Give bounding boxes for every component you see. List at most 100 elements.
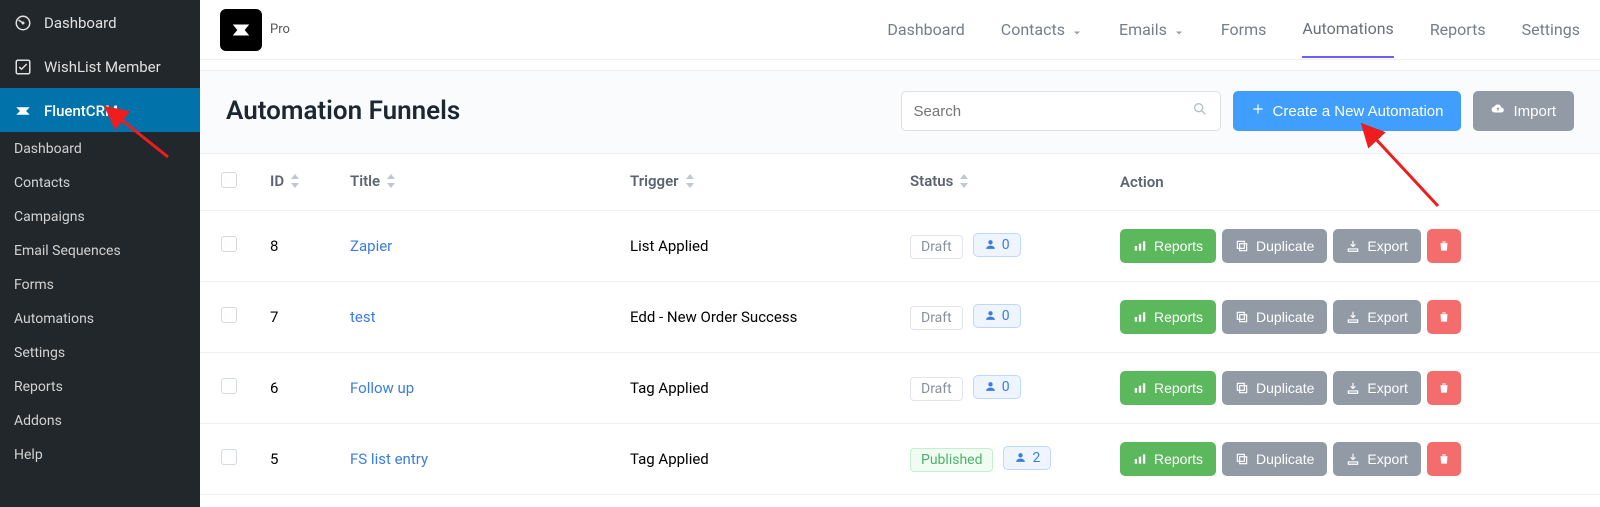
export-button[interactable]: Export: [1333, 229, 1420, 263]
sidebar-sub-automations[interactable]: Automations: [0, 302, 200, 336]
nav-emails[interactable]: Emails: [1119, 2, 1185, 57]
col-title[interactable]: Title: [338, 154, 618, 211]
brand-logo[interactable]: [220, 9, 262, 51]
chevron-down-icon: [1071, 24, 1083, 36]
row-trigger: List Applied: [618, 211, 898, 282]
subscriber-count[interactable]: 0: [973, 233, 1021, 257]
duplicate-button[interactable]: Duplicate: [1222, 371, 1327, 405]
sidebar-sub-campaigns[interactable]: Campaigns: [0, 200, 200, 234]
delete-button[interactable]: [1427, 229, 1461, 263]
duplicate-button[interactable]: Duplicate: [1222, 442, 1327, 476]
top-nav: Dashboard Contacts Emails Forms Automati…: [887, 1, 1580, 58]
nav-forms[interactable]: Forms: [1221, 2, 1267, 57]
nav-reports[interactable]: Reports: [1430, 2, 1486, 57]
search-box[interactable]: [901, 91, 1221, 131]
plus-icon: [1251, 102, 1265, 120]
reports-button[interactable]: Reports: [1120, 371, 1216, 405]
dashboard-icon: [12, 12, 34, 34]
row-checkbox[interactable]: [221, 307, 237, 323]
sidebar-sub-addons[interactable]: Addons: [0, 404, 200, 438]
sidebar-sub-help[interactable]: Help: [0, 438, 200, 472]
nav-label: Automations: [1302, 19, 1393, 38]
cloud-upload-icon: [1491, 102, 1505, 120]
row-checkbox[interactable]: [221, 236, 237, 252]
col-trigger[interactable]: Trigger: [618, 154, 898, 211]
search-icon: [1192, 101, 1208, 121]
col-id[interactable]: ID: [258, 154, 338, 211]
sidebar-item-dashboard[interactable]: Dashboard: [0, 0, 200, 44]
nav-contacts[interactable]: Contacts: [1001, 2, 1083, 57]
row-actions: ReportsDuplicateExport: [1108, 424, 1600, 495]
nav-settings[interactable]: Settings: [1522, 2, 1580, 57]
duplicate-button[interactable]: Duplicate: [1222, 300, 1327, 334]
delete-button[interactable]: [1427, 371, 1461, 405]
content: Automation Funnels Create a New Automati…: [200, 60, 1600, 507]
reports-button[interactable]: Reports: [1120, 442, 1216, 476]
nav-label: Dashboard: [887, 20, 964, 39]
export-button[interactable]: Export: [1333, 300, 1420, 334]
sidebar-item-wishlist[interactable]: WishList Member: [0, 44, 200, 88]
main-area: Pro Dashboard Contacts Emails Forms Auto…: [200, 0, 1600, 507]
status-badge: Draft: [910, 377, 963, 401]
sidebar-item-fluentcrm[interactable]: FluentCRM: [0, 88, 200, 132]
row-status: Draft 0: [898, 353, 1108, 424]
search-input[interactable]: [914, 103, 1192, 120]
reports-button[interactable]: Reports: [1120, 300, 1216, 334]
sidebar-sub-dashboard[interactable]: Dashboard: [0, 132, 200, 166]
page-header: Automation Funnels Create a New Automati…: [200, 70, 1600, 154]
row-title-link[interactable]: test: [350, 308, 376, 326]
table-row: 7testEdd - New Order SuccessDraft0Report…: [200, 282, 1600, 353]
row-id: 5: [258, 424, 338, 495]
nav-label: Reports: [1430, 20, 1486, 39]
table-row: 8 Zapier List Applied Draft 0 ReportsDuplicat…: [200, 211, 1600, 282]
col-label: ID: [270, 172, 284, 190]
sidebar-sub-settings[interactable]: Settings: [0, 336, 200, 370]
checkbox-all[interactable]: [221, 172, 237, 188]
sort-icon: [290, 174, 300, 192]
export-button[interactable]: Export: [1333, 442, 1420, 476]
sidebar-sub-email-sequences[interactable]: Email Sequences: [0, 234, 200, 268]
create-automation-button[interactable]: Create a New Automation: [1233, 91, 1462, 131]
col-label: Title: [350, 172, 380, 190]
delete-button[interactable]: [1427, 442, 1461, 476]
nav-dashboard[interactable]: Dashboard: [887, 2, 964, 57]
sidebar-sub-reports[interactable]: Reports: [0, 370, 200, 404]
subscriber-count[interactable]: 2: [1003, 446, 1051, 470]
row-id: 7: [258, 282, 338, 353]
delete-button[interactable]: [1427, 300, 1461, 334]
sort-icon: [386, 174, 396, 192]
status-badge: Draft: [910, 306, 963, 330]
duplicate-button[interactable]: Duplicate: [1222, 229, 1327, 263]
status-badge: Draft: [910, 235, 963, 259]
row-status: Published 2: [898, 424, 1108, 495]
import-button[interactable]: Import: [1473, 91, 1574, 131]
subscriber-count[interactable]: 0: [973, 304, 1021, 328]
table-row: 5FS list entryTag AppliedPublished2Repor…: [200, 424, 1600, 495]
sort-icon: [959, 174, 969, 192]
status-badge: Published: [910, 448, 993, 472]
header-actions: Create a New Automation Import: [901, 91, 1574, 131]
funnels-table: ID Title Trigger Status Action 8 Zapier Li…: [200, 154, 1600, 495]
row-id: 8: [258, 211, 338, 282]
nav-label: Settings: [1522, 20, 1580, 39]
row-checkbox[interactable]: [221, 449, 237, 465]
export-button[interactable]: Export: [1333, 371, 1420, 405]
col-status[interactable]: Status: [898, 154, 1108, 211]
sidebar-sub-contacts[interactable]: Contacts: [0, 166, 200, 200]
nav-automations[interactable]: Automations: [1302, 1, 1393, 58]
row-title-link[interactable]: FS list entry: [350, 450, 428, 468]
row-actions: ReportsDuplicateExport: [1108, 353, 1600, 424]
button-label: Create a New Automation: [1273, 103, 1444, 120]
nav-label: Forms: [1221, 20, 1267, 39]
row-checkbox[interactable]: [221, 378, 237, 394]
fluentcrm-icon: [12, 100, 34, 122]
sort-icon: [685, 174, 695, 192]
subscriber-count[interactable]: 0: [973, 375, 1021, 399]
col-label: Action: [1120, 173, 1164, 191]
row-id: 6: [258, 353, 338, 424]
wishlist-icon: [12, 56, 34, 78]
sidebar-sub-forms[interactable]: Forms: [0, 268, 200, 302]
row-title-link[interactable]: Follow up: [350, 379, 414, 397]
reports-button[interactable]: Reports: [1120, 229, 1216, 263]
row-title-link[interactable]: Zapier: [350, 237, 392, 255]
